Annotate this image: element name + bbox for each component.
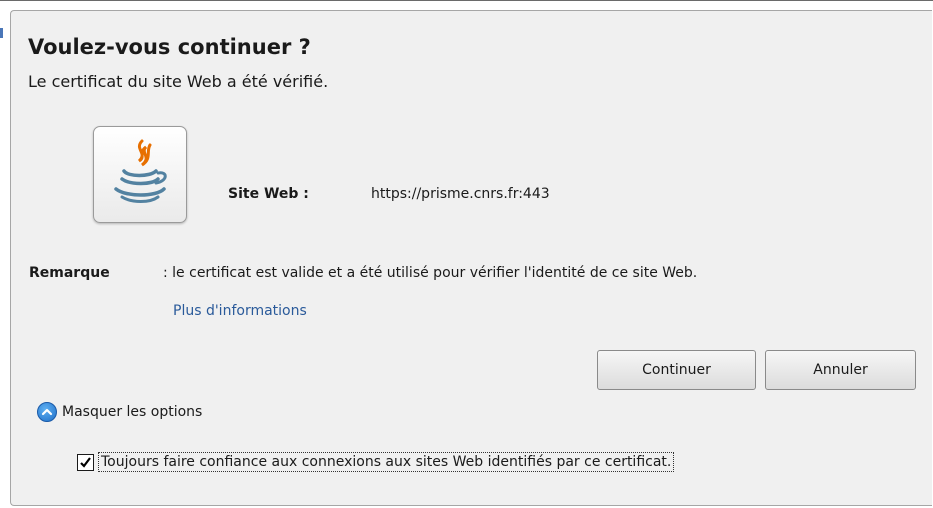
trust-certificate-option[interactable]: Toujours faire confiance aux connexions … [77,450,675,474]
continue-button[interactable]: Continuer [597,350,756,390]
note-label: Remarque [29,265,110,281]
java-icon [93,126,187,223]
checkmark-icon [80,456,91,468]
dialog-subtitle: Le certificat du site Web a été vérifié. [28,72,329,91]
note-text: : le certificat est valide et a été util… [163,265,698,281]
trust-certificate-checkbox[interactable] [77,453,94,471]
cancel-button[interactable]: Annuler [765,350,916,390]
dialog-title: Voulez-vous continuer ? [28,35,311,59]
hide-options-label: Masquer les options [62,404,203,420]
java-cup-icon [114,139,167,203]
window-edge-marker [0,28,3,38]
site-url: https://prisme.cnrs.fr:443 [371,186,550,202]
more-info-link[interactable]: Plus d'informations [173,303,307,319]
window-top-border [0,0,933,1]
trust-certificate-label: Toujours faire confiance aux connexions … [97,452,675,472]
chevron-up-circle-icon [37,402,57,422]
hide-options-toggle[interactable]: Masquer les options [37,398,202,426]
site-label: Site Web : [228,186,309,202]
